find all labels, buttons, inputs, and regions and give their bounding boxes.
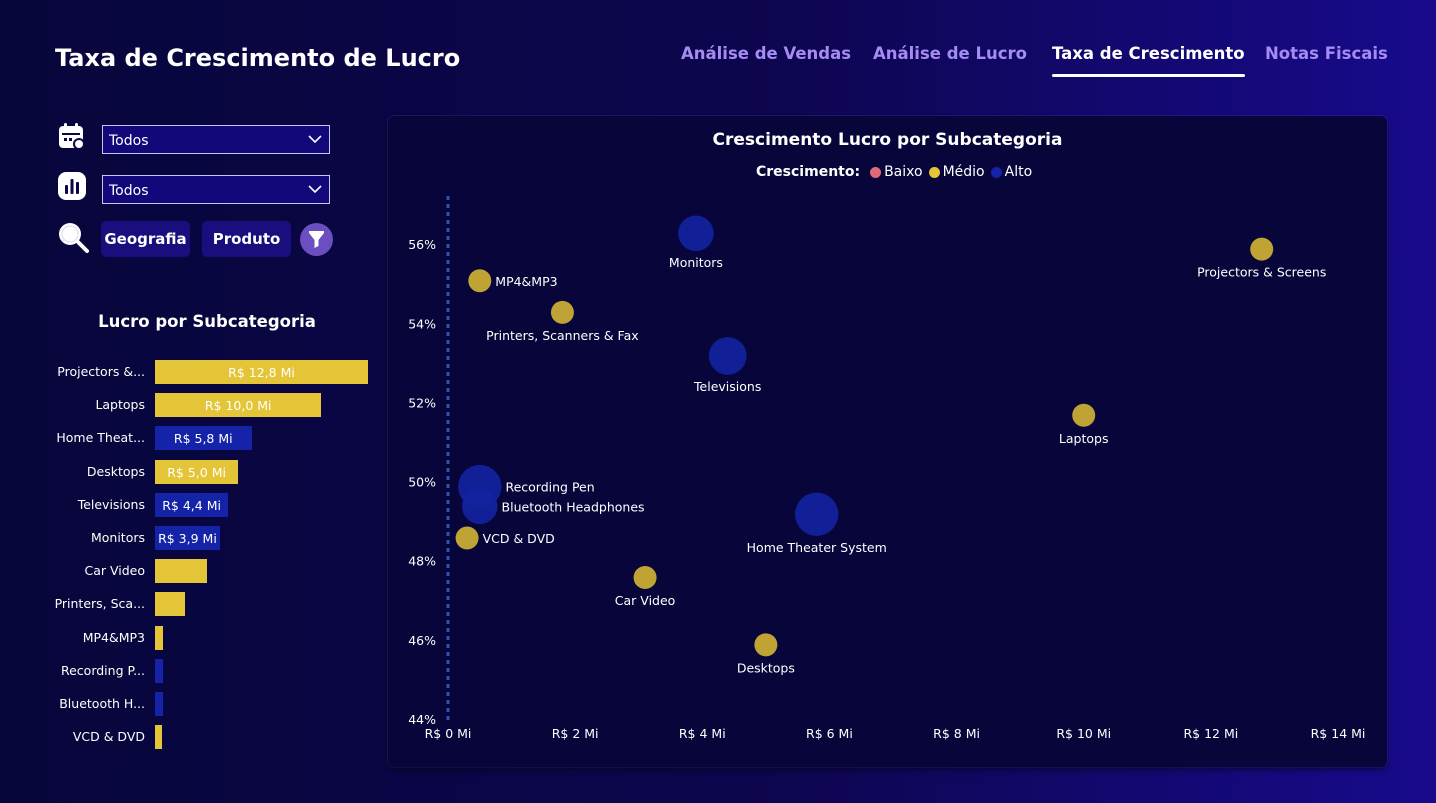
bar-mark[interactable] bbox=[155, 625, 164, 650]
chevron-down-icon bbox=[308, 135, 322, 144]
x-tick-label: R$ 4 Mi bbox=[679, 726, 726, 741]
scatter-point[interactable] bbox=[550, 300, 574, 324]
scatter-point[interactable] bbox=[754, 633, 778, 657]
bar-category-label: Projectors &... bbox=[57, 364, 145, 379]
top-nav: Análise de Vendas Análise de Lucro Taxa … bbox=[660, 44, 1390, 84]
scatter-point[interactable] bbox=[455, 526, 479, 550]
scatter-point[interactable] bbox=[795, 492, 839, 536]
tab-notas-fiscais[interactable]: Notas Fiscais bbox=[1265, 44, 1388, 63]
scatter-panel: Crescimento Lucro por Subcategoria Cresc… bbox=[388, 116, 1387, 767]
bar-value-label: R$ 4,4 Mi bbox=[162, 497, 221, 513]
point-label: Bluetooth Headphones bbox=[502, 499, 645, 514]
bar-value-label: R$ 3,9 Mi bbox=[158, 531, 217, 546]
filter-icon bbox=[309, 231, 324, 248]
bar-mark[interactable] bbox=[155, 592, 185, 617]
scatter-point[interactable] bbox=[462, 488, 498, 525]
x-tick-label: R$ 14 Mi bbox=[1311, 726, 1366, 741]
bar-mark[interactable] bbox=[155, 658, 164, 683]
y-tick-label: 54% bbox=[408, 316, 436, 331]
point-label: Home Theater System bbox=[747, 540, 887, 555]
bar-mark[interactable] bbox=[155, 559, 207, 584]
x-tick-label: R$ 6 Mi bbox=[806, 726, 853, 741]
bar-value-label: R$ 5,8 Mi bbox=[173, 431, 233, 447]
bar-category-label: Desktops bbox=[86, 463, 145, 479]
date-dropdown-value: Todos bbox=[109, 133, 149, 149]
y-tick-label: 46% bbox=[408, 633, 436, 648]
bar-category-label: MP4&MP3 bbox=[82, 629, 145, 645]
point-label: Televisions bbox=[693, 379, 761, 394]
x-tick-label: R$ 10 Mi bbox=[1056, 726, 1111, 741]
bar-category-label: Recording P... bbox=[60, 662, 145, 678]
bar-category-label: Televisions bbox=[77, 496, 145, 512]
bar-category-label: VCD & DVD bbox=[72, 729, 145, 745]
bar-category-label: Laptops bbox=[95, 397, 145, 413]
scatter-point[interactable] bbox=[678, 215, 714, 252]
x-tick-label: R$ 2 Mi bbox=[552, 726, 599, 741]
point-label: Car Video bbox=[615, 593, 676, 608]
bar-category-label: Monitors bbox=[90, 530, 145, 545]
y-tick-label: 44% bbox=[408, 712, 436, 727]
point-label: Monitors bbox=[669, 255, 723, 270]
bar-chart-icon bbox=[58, 172, 86, 200]
point-label: Laptops bbox=[1059, 431, 1109, 446]
tab-taxa-de-crescimento[interactable]: Taxa de Crescimento bbox=[1052, 44, 1245, 77]
date-dropdown[interactable]: Todos bbox=[102, 125, 330, 154]
scatter-point[interactable] bbox=[1250, 237, 1274, 261]
page-title: Taxa de Crescimento de Lucro bbox=[55, 44, 461, 72]
chevron-down-icon bbox=[308, 185, 322, 194]
point-label: MP4&MP3 bbox=[495, 274, 557, 289]
y-tick-label: 52% bbox=[408, 395, 436, 410]
scatter-point[interactable] bbox=[708, 337, 747, 375]
bar-category-label: Car Video bbox=[84, 563, 145, 579]
bar-mark[interactable] bbox=[155, 725, 162, 750]
bar-value-label: R$ 10,0 Mi bbox=[204, 398, 272, 414]
y-tick-label: 56% bbox=[408, 237, 436, 252]
y-tick-label: 50% bbox=[408, 475, 436, 490]
tab-analise-de-lucro[interactable]: Análise de Lucro bbox=[873, 44, 1027, 63]
calendar-icon bbox=[59, 123, 85, 150]
point-label: Desktops bbox=[737, 660, 795, 675]
bar-mark[interactable] bbox=[155, 692, 164, 716]
scatter-point[interactable] bbox=[468, 269, 492, 293]
point-label: Recording Pen bbox=[505, 480, 594, 495]
tab-analise-de-vendas[interactable]: Análise de Vendas bbox=[681, 44, 851, 63]
point-label: Projectors & Screens bbox=[1197, 265, 1326, 280]
x-tick-label: R$ 8 Mi bbox=[933, 726, 980, 741]
scatter-point[interactable] bbox=[633, 566, 657, 590]
y-tick-label: 48% bbox=[408, 554, 436, 569]
produto-button[interactable]: Produto bbox=[202, 221, 291, 257]
bar-category-label: Bluetooth H... bbox=[59, 696, 145, 711]
point-label: Printers, Scanners & Fax bbox=[486, 328, 639, 343]
point-label: VCD & DVD bbox=[483, 531, 555, 546]
x-tick-label: R$ 12 Mi bbox=[1183, 726, 1238, 741]
category-dropdown[interactable]: Todos bbox=[102, 175, 330, 204]
bar-chart-title: Lucro por Subcategoria bbox=[98, 312, 316, 331]
bar-value-label: R$ 5,0 Mi bbox=[167, 464, 226, 480]
bar-value-label: R$ 12,8 Mi bbox=[228, 365, 295, 380]
scatter-point[interactable] bbox=[1072, 403, 1096, 427]
geografia-button[interactable]: Geografia bbox=[101, 221, 190, 257]
category-dropdown-value: Todos bbox=[109, 183, 149, 199]
bar-category-label: Printers, Sca... bbox=[54, 596, 145, 612]
clear-filter-button[interactable] bbox=[300, 223, 333, 256]
x-tick-label: R$ 0 Mi bbox=[425, 726, 472, 741]
scatter-plot: 56% 54% 52% 50% 48% 46% 44%R$ 0 Mi R$ 2 Mi R$ 4 … bbox=[408, 196, 1366, 741]
search-icon bbox=[59, 223, 89, 253]
bar-category-label: Home Theat... bbox=[56, 430, 145, 446]
